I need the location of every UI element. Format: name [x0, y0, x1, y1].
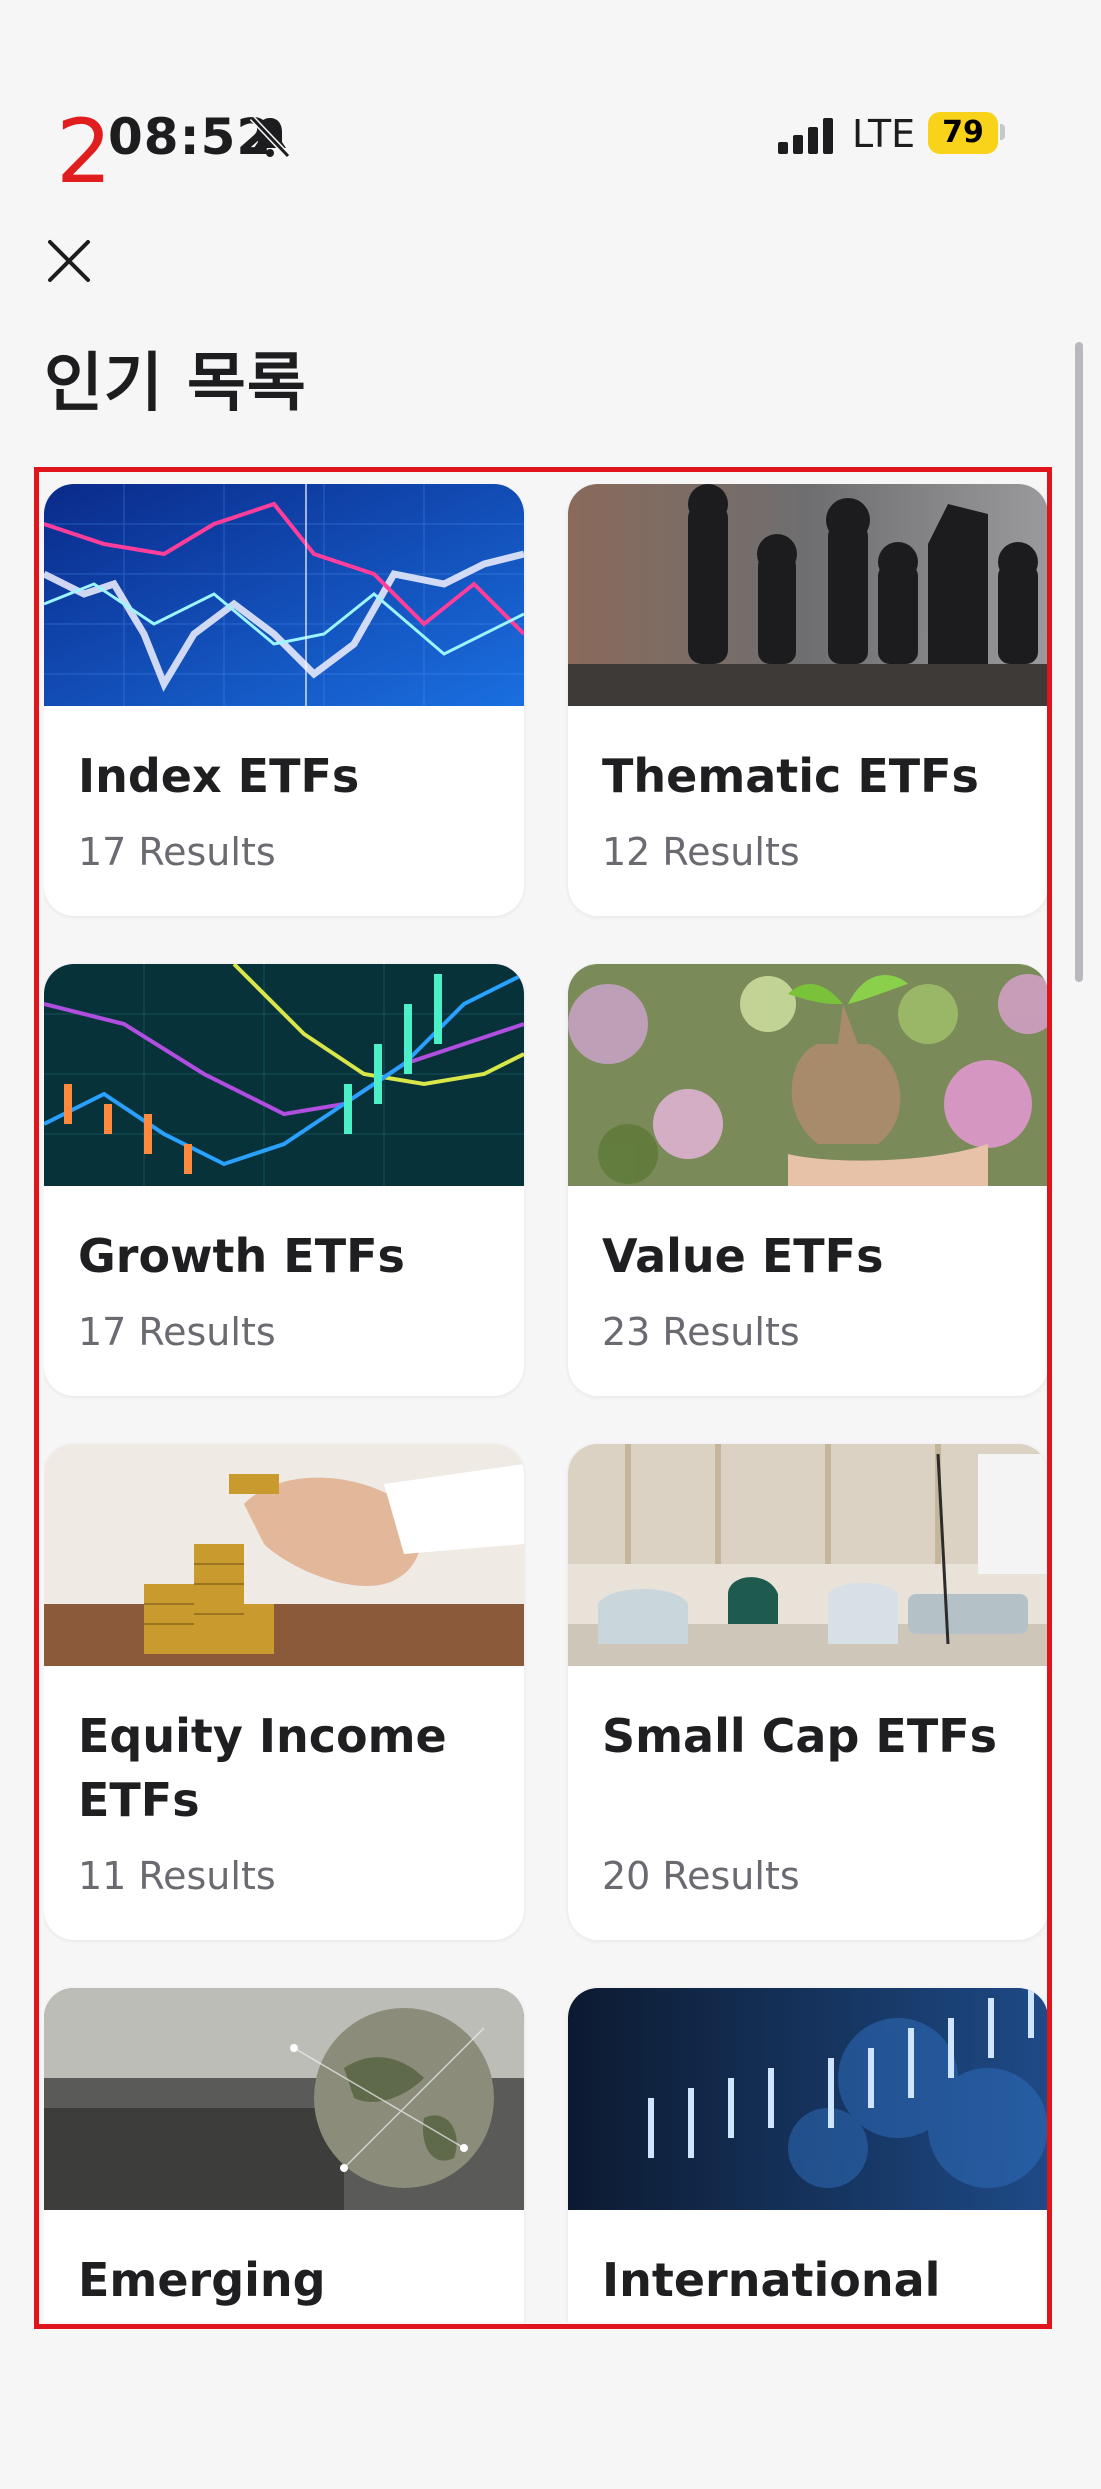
network-type-label: LTE: [852, 112, 916, 156]
card-value-etfs[interactable]: Value ETFs 23 Results: [568, 964, 1048, 1396]
card-title: International ETFs: [602, 2253, 941, 2322]
battery-nub: [1000, 124, 1005, 140]
coin-stacks-photo: [44, 1444, 524, 1666]
card-title: Small Cap ETFs: [602, 1709, 997, 1763]
card-title: Value ETFs: [602, 1229, 884, 1283]
step-number-annotation: 2: [56, 100, 112, 203]
card-index-etfs[interactable]: Index ETFs 17 Results: [44, 484, 524, 916]
card-result-count: 12 Results: [602, 830, 800, 874]
card-title: Index ETFs: [78, 749, 360, 803]
card-result-count: 17 Results: [78, 830, 276, 874]
card-growth-etfs[interactable]: Growth ETFs 17 Results: [44, 964, 524, 1396]
card-small-cap-etfs[interactable]: Small Cap ETFs 20 Results: [568, 1444, 1048, 1940]
card-emerging-markets-etfs[interactable]: Emerging Markets ETFs: [44, 1988, 524, 2322]
card-title: Growth ETFs: [78, 1229, 405, 1283]
world-map-chart-photo: [568, 1988, 1048, 2210]
popular-list-grid: Index ETFs 17 Results Thematic ETFs 12 R…: [44, 484, 1052, 2322]
card-result-count: 20 Results: [602, 1854, 800, 1898]
stock-chart-photo: [44, 484, 524, 706]
card-title: Equity Income ETFs: [78, 1709, 447, 1827]
bell-slash-icon: [249, 115, 291, 159]
card-result-count: 23 Results: [602, 1310, 800, 1354]
chess-pieces-photo: [568, 484, 1048, 706]
page-title: 인기 목록: [44, 347, 307, 421]
candlestick-chart-photo: [44, 964, 524, 1186]
card-title: Emerging Markets ETFs: [78, 2253, 425, 2322]
money-bag-plant-photo: [568, 964, 1048, 1186]
globe-photo: [44, 1988, 524, 2210]
card-thematic-etfs[interactable]: Thematic ETFs 12 Results: [568, 484, 1048, 916]
card-result-count: 11 Results: [78, 1854, 276, 1898]
signal-icon: [778, 118, 833, 154]
card-title: Thematic ETFs: [602, 749, 979, 803]
close-icon[interactable]: [46, 238, 92, 284]
office-lounge-photo: [568, 1444, 1048, 1666]
card-result-count: 17 Results: [78, 1310, 276, 1354]
card-international-etfs[interactable]: International ETFs: [568, 1988, 1048, 2322]
scrollbar[interactable]: [1075, 342, 1083, 982]
card-equity-income-etfs[interactable]: Equity Income ETFs 11 Results: [44, 1444, 524, 1940]
battery-indicator: 79: [928, 112, 998, 154]
